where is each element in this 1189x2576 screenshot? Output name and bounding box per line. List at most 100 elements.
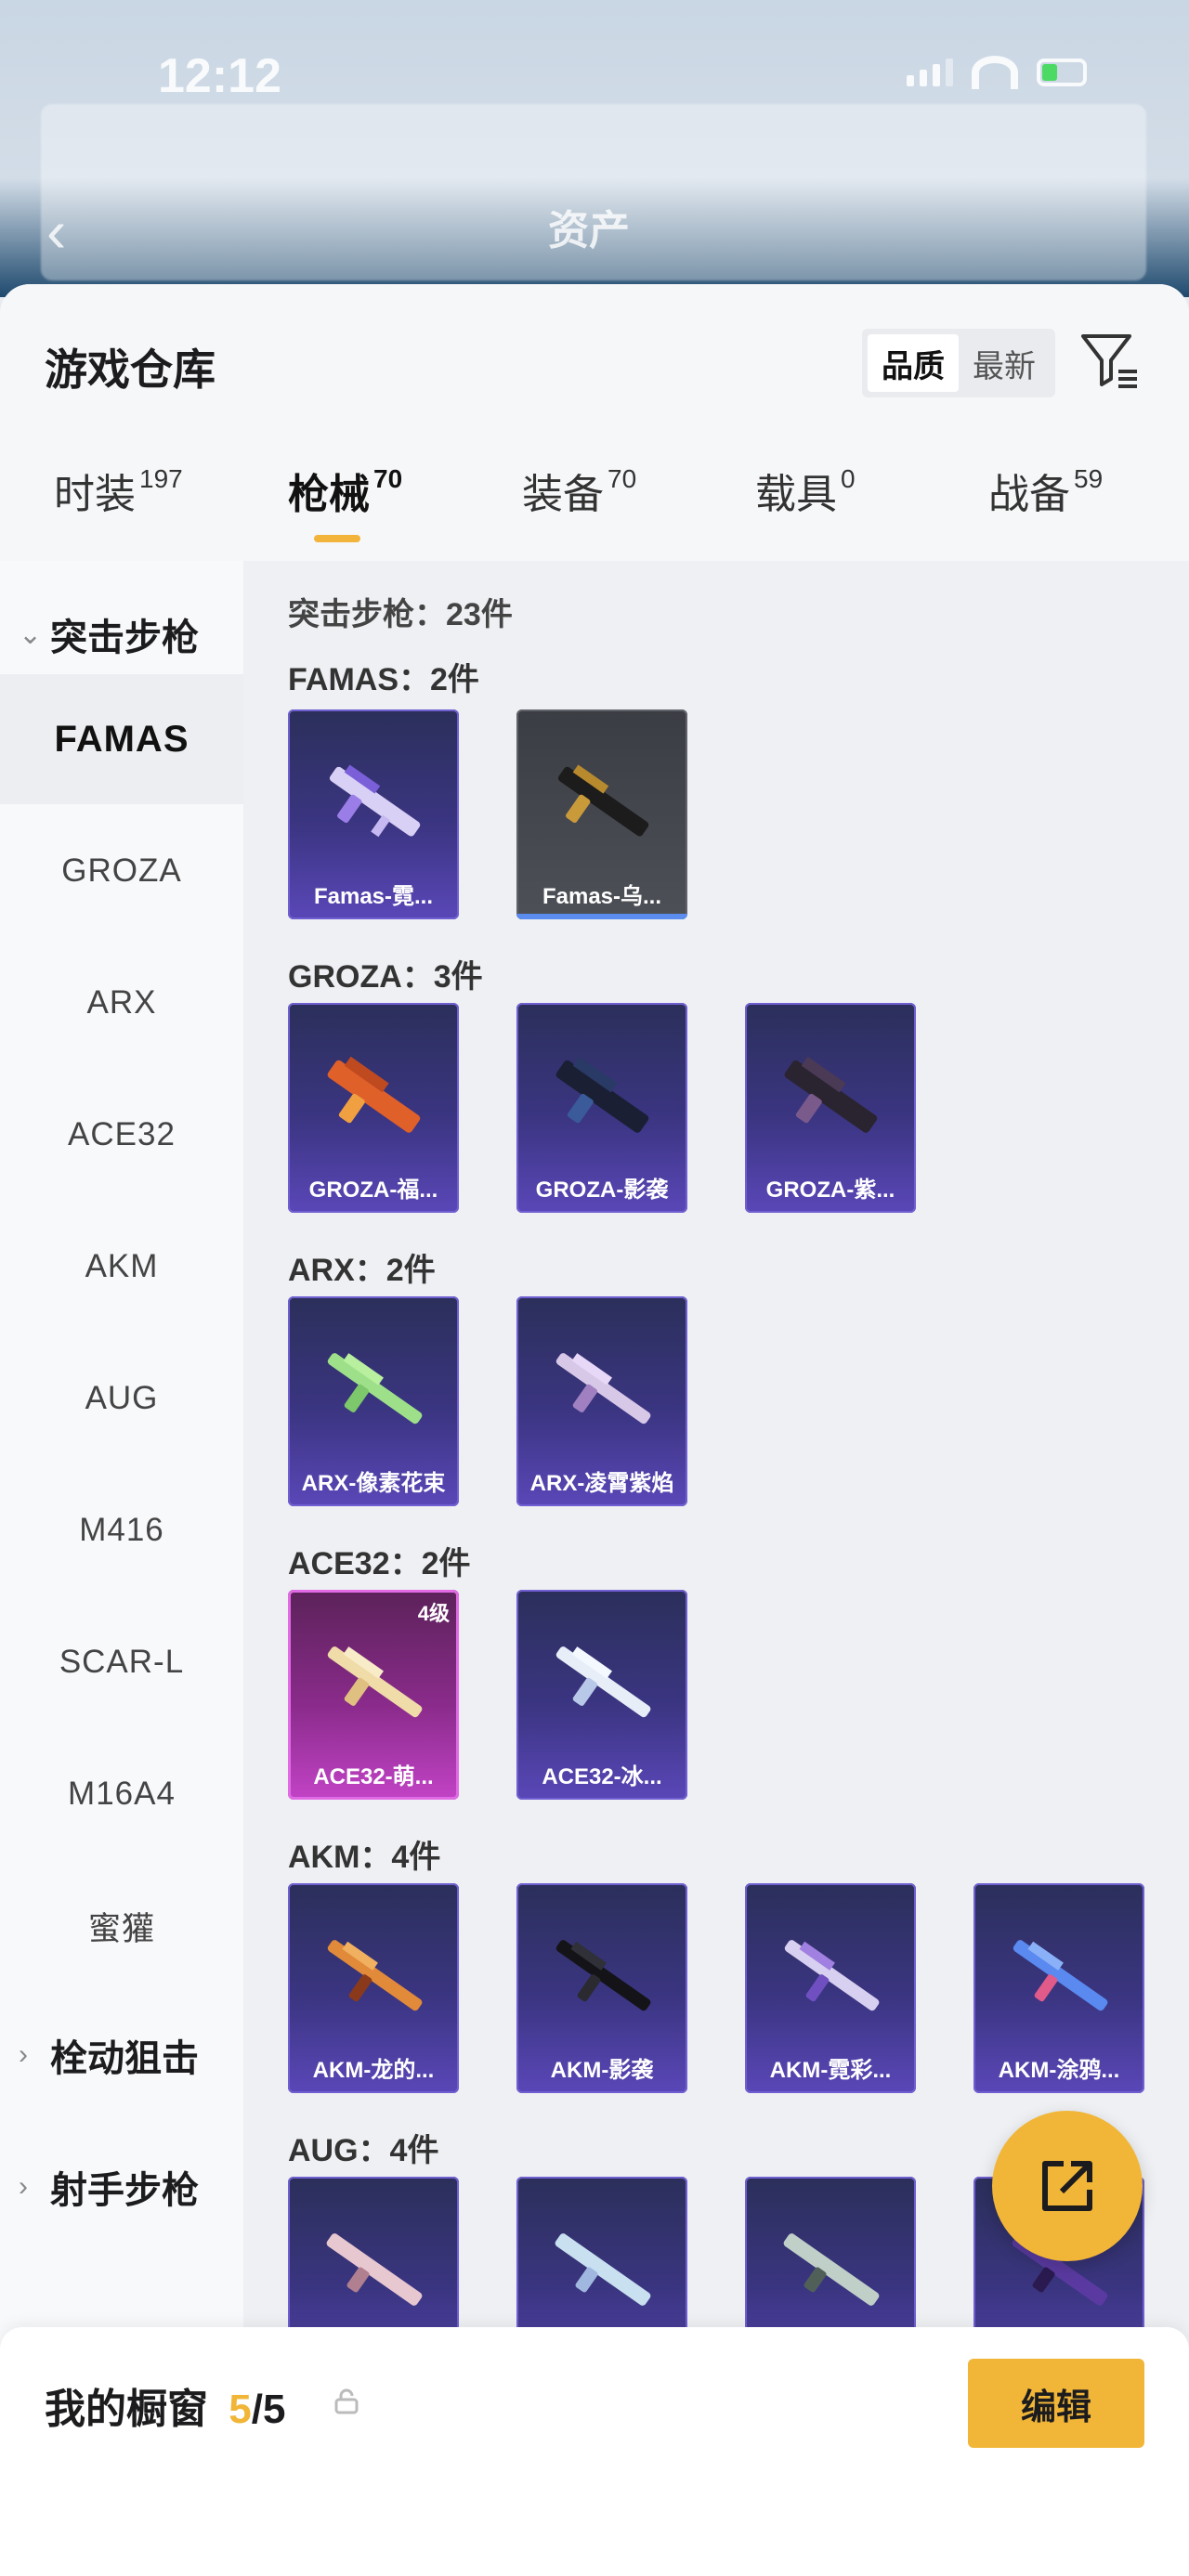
sidebar-item-m16a4[interactable]: M16A4 — [0, 1729, 243, 1859]
weapon-card-label: AKM-龙的... — [312, 2058, 435, 2083]
share-button[interactable] — [992, 2111, 1143, 2261]
sidebar-group-assault[interactable]: ⌄ 突击步枪 — [19, 607, 199, 661]
status-icons — [907, 56, 1087, 89]
battery-icon — [1037, 59, 1087, 86]
tab-equipment[interactable]: 装备 70 — [522, 461, 636, 561]
sidebar-item-m416[interactable]: M416 — [0, 1465, 243, 1595]
weapon-card[interactable]: AKM-涂鸦... — [973, 1883, 1144, 2093]
weapon-card[interactable]: Famas-霓... — [288, 709, 459, 919]
gun-icon — [327, 1940, 423, 2011]
weapon-card-label: ARX-凌霄紫焰 — [529, 1471, 674, 1496]
tab-fashion[interactable]: 时装 197 — [54, 461, 183, 561]
chevron-right-icon: › — [19, 2039, 28, 2070]
gun-icon — [327, 1353, 423, 1425]
weapon-card[interactable]: GROZA-紫... — [745, 1003, 916, 1213]
weapon-content: 突击步枪：23件 FAMAS：2件 Famas-霓... Famas-乌... … — [243, 561, 1189, 2576]
sort-newest-button[interactable]: 最新 — [959, 334, 1050, 392]
weapon-card[interactable]: AKM-龙的... — [288, 1883, 459, 2093]
weapon-card[interactable]: ARX-像素花束 — [288, 1296, 459, 1506]
section-title: ACE32：2件 — [288, 1546, 471, 1581]
sidebar-item-famas[interactable]: FAMAS — [0, 674, 243, 804]
signal-icon — [907, 59, 953, 86]
weapon-card-label: AKM-影袭 — [550, 2058, 654, 2083]
sidebar-group-label: 栓动狙击 — [50, 2038, 199, 2079]
weapon-card-label: Famas-霓... — [313, 884, 434, 909]
gun-icon — [327, 1646, 423, 1718]
section-title: GROZA：3件 — [288, 959, 483, 995]
section-title: FAMAS：2件 — [288, 662, 479, 697]
chevron-right-icon: › — [19, 2171, 28, 2202]
gun-icon — [1013, 1940, 1108, 2011]
sort-toggle: 品质 最新 — [862, 329, 1055, 397]
showcase-bar: 我的橱窗 5/5 编辑 — [0, 2327, 1189, 2576]
weapon-card[interactable]: AKM-影袭 — [516, 1883, 687, 2093]
gun-icon — [555, 1353, 651, 1425]
sidebar-group-bolt[interactable]: › 栓动狙击 — [19, 2028, 199, 2082]
weapon-card-label: Famas-乌... — [542, 884, 662, 909]
edit-button[interactable]: 编辑 — [968, 2359, 1144, 2448]
section-title: AKM：4件 — [288, 1840, 441, 1875]
tab-supplies[interactable]: 战备 59 — [988, 461, 1103, 561]
sidebar-group-marksman[interactable]: › 射手步枪 — [19, 2160, 199, 2214]
wifi-icon — [972, 56, 1018, 89]
gun-icon — [555, 1056, 649, 1133]
page-title: 资产 — [548, 208, 630, 254]
weapon-card-label: ACE32-冰... — [542, 1764, 662, 1789]
weapon-card-label: GROZA-福... — [308, 1177, 438, 1203]
sidebar-item-arx[interactable]: ARX — [0, 938, 243, 1068]
gun-icon — [555, 1940, 651, 2011]
sheet-title: 游戏仓库 — [45, 345, 216, 394]
sheet-header: 游戏仓库 品质 最新 时装 197 枪械 70 装备 70 载具 0 战备 59 — [0, 284, 1189, 561]
showcase-total: /5 — [251, 2387, 286, 2432]
sidebar-group-label: 射手步枪 — [50, 2170, 199, 2211]
showcase-count: 5 — [229, 2387, 252, 2432]
tab-firearms[interactable]: 枪械 70 — [288, 461, 402, 561]
chevron-down-icon: ⌄ — [19, 618, 43, 650]
sidebar-item-honey-badger[interactable]: 蜜獾 — [0, 1861, 243, 1991]
gun-icon — [784, 1056, 878, 1133]
weapon-card-label: AKM-涂鸦... — [998, 2058, 1120, 2083]
weapon-card[interactable]: ACE32-冰... — [516, 1590, 687, 1800]
tab-vehicles[interactable]: 载具 0 — [755, 461, 856, 561]
showcase-title: 我的橱窗 5/5 — [45, 2375, 285, 2435]
gun-icon — [783, 2233, 880, 2306]
gun-icon — [784, 1940, 880, 2011]
level-badge: 4级 — [417, 1602, 450, 1625]
status-time: 12:12 — [158, 49, 281, 103]
weapon-card-label: AKM-霓彩... — [769, 2058, 892, 2083]
back-arrow-icon[interactable]: ‹ — [46, 197, 66, 266]
share-icon — [1042, 2161, 1092, 2211]
sidebar-item-akm[interactable]: AKM — [0, 1202, 243, 1332]
sidebar-item-scar-l[interactable]: SCAR-L — [0, 1597, 243, 1727]
category-tabs: 时装 197 枪械 70 装备 70 载具 0 战备 59 — [0, 461, 1189, 561]
sidebar-item-ace32[interactable]: ACE32 — [0, 1070, 243, 1200]
sort-quality-button[interactable]: 品质 — [868, 334, 959, 392]
weapon-sidebar: ⌄ 突击步枪 FAMAS GROZA ARX ACE32 AKM AUG M41… — [0, 561, 243, 2576]
lock-icon[interactable] — [334, 2388, 359, 2414]
showcase-label: 我的橱窗 — [45, 2387, 208, 2432]
gun-icon — [555, 2233, 651, 2306]
gun-icon — [329, 764, 421, 838]
filter-icon[interactable] — [1078, 327, 1143, 392]
weapon-card-label: ARX-像素花束 — [301, 1471, 446, 1496]
category-count: 突击步枪：23件 — [288, 597, 513, 632]
sidebar-item-groza[interactable]: GROZA — [0, 806, 243, 936]
weapon-card[interactable]: 4级 ACE32-萌... — [288, 1590, 459, 1800]
gun-icon — [555, 1646, 651, 1718]
gun-icon — [326, 2233, 423, 2306]
weapon-card[interactable]: GROZA-影袭 — [516, 1003, 687, 1213]
sidebar-item-aug[interactable]: AUG — [0, 1334, 243, 1464]
warehouse-sheet: 游戏仓库 品质 最新 时装 197 枪械 70 装备 70 载具 0 战备 59 ⌄ 突击… — [0, 284, 1189, 2576]
weapon-card[interactable]: ARX-凌霄紫焰 — [516, 1296, 687, 1506]
section-title: AUG：4件 — [288, 2133, 439, 2168]
gun-icon — [327, 1056, 421, 1133]
weapon-card-label: ACE32-萌... — [313, 1764, 434, 1789]
sidebar-group-label: 突击步枪 — [50, 618, 199, 658]
gun-icon — [557, 764, 649, 837]
weapon-card[interactable]: AKM-霓彩... — [745, 1883, 916, 2093]
weapon-card[interactable]: Famas-乌... — [516, 709, 687, 919]
tab-underline — [314, 535, 360, 542]
weapon-card-label: GROZA-紫... — [765, 1177, 895, 1203]
weapon-card[interactable]: GROZA-福... — [288, 1003, 459, 1213]
weapon-card-label: GROZA-影袭 — [535, 1177, 669, 1203]
